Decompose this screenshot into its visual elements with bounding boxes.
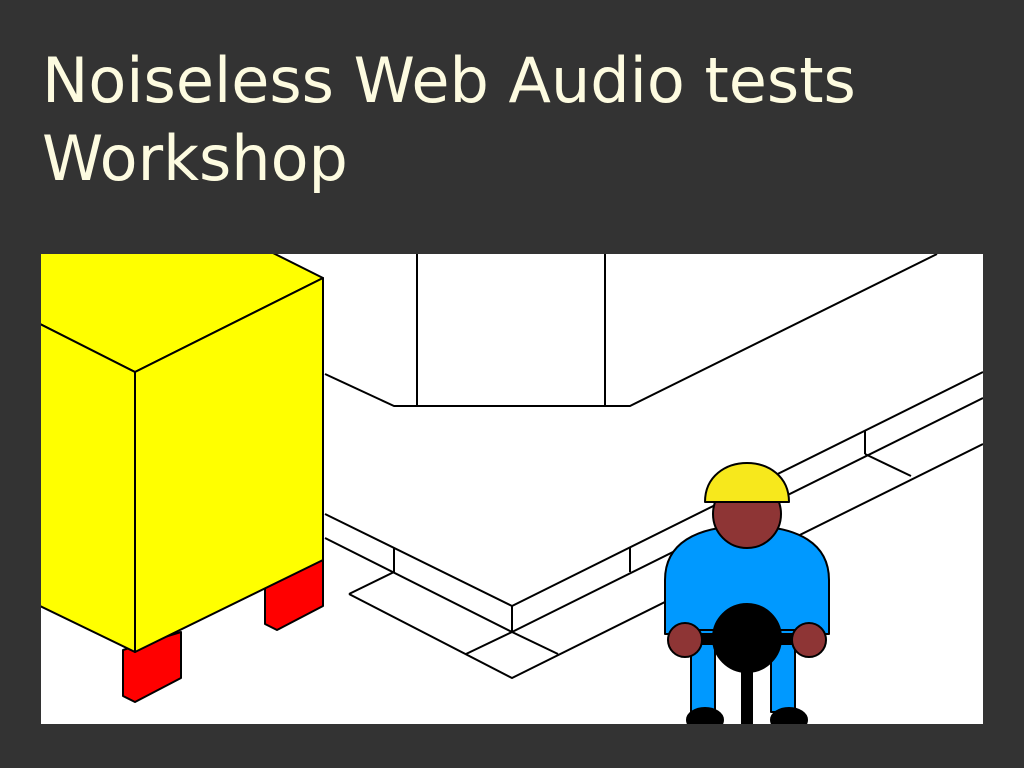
- slide-title: Noiseless Web Audio tests Workshop: [42, 42, 1002, 198]
- title-line-2: Workshop: [42, 122, 348, 195]
- construction-scene: [41, 254, 983, 724]
- worker-boot-right: [770, 707, 808, 724]
- title-line-1: Noiseless Web Audio tests: [42, 44, 856, 117]
- road-curb: [324, 371, 983, 679]
- yellow-crate: [41, 254, 324, 703]
- hard-hat-icon: [704, 462, 790, 503]
- construction-worker: [664, 462, 830, 724]
- slide: Noiseless Web Audio tests Workshop: [0, 0, 1024, 768]
- wall-outline: [324, 254, 938, 407]
- worker-boot-left: [686, 707, 724, 724]
- crate-left-face: [41, 323, 136, 653]
- construction-illustration: [41, 254, 983, 724]
- worker-hand-left: [667, 622, 703, 658]
- worker-hand-right: [791, 622, 827, 658]
